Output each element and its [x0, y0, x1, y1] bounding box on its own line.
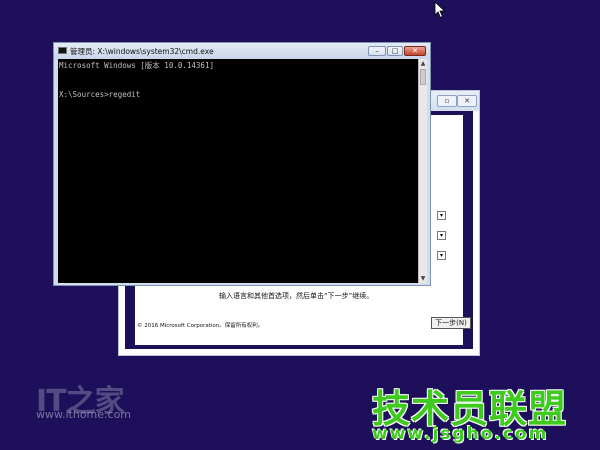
cmd-titlebar[interactable]: 管理员: X:\windows\system32\cmd.exe – □ ✕: [54, 43, 430, 59]
console-line: Microsoft Windows [版本 10.0.14361]: [59, 61, 214, 70]
console-icon: [58, 47, 67, 54]
cmd-window[interactable]: 管理员: X:\windows\system32\cmd.exe – □ ✕ M…: [53, 42, 431, 286]
close-icon: ✕: [412, 47, 418, 55]
cmd-close-button[interactable]: ✕: [404, 46, 426, 56]
close-icon: ✕: [464, 97, 470, 105]
language-dropdown-arrow[interactable]: ▾: [437, 211, 446, 220]
setup-restore-button[interactable]: ▫: [437, 95, 457, 107]
cmd-window-title: 管理员: X:\windows\system32\cmd.exe: [70, 47, 214, 56]
chevron-down-icon: ▾: [439, 212, 443, 219]
setup-close-button[interactable]: ✕: [457, 95, 477, 107]
console-scrollbar[interactable]: ▲ ▼: [418, 59, 427, 283]
keyboard-dropdown-arrow[interactable]: ▾: [437, 251, 446, 260]
chevron-down-icon: ▾: [439, 232, 443, 239]
restore-icon: ▫: [444, 97, 450, 105]
cmd-maximize-button[interactable]: □: [387, 46, 403, 56]
next-button[interactable]: 下一步(N): [431, 317, 471, 329]
mouse-cursor-icon: [434, 1, 446, 19]
setup-instruction-text: 输入语言和其他首选项，然后单击“下一步”继续。: [219, 292, 374, 300]
scroll-thumb[interactable]: [420, 69, 426, 85]
time-format-dropdown-arrow[interactable]: ▾: [437, 231, 446, 240]
scroll-up-icon[interactable]: ▲: [419, 59, 427, 68]
ithome-url: www.ithome.com: [36, 408, 132, 421]
chevron-down-icon: ▾: [439, 252, 443, 259]
jsgho-url: www.jsgho.com: [372, 424, 549, 444]
maximize-icon: □: [391, 47, 399, 55]
console-line: X:\Sources>regedit: [59, 90, 141, 99]
console-output[interactable]: Microsoft Windows [版本 10.0.14361] X:\Sou…: [58, 59, 418, 283]
minimize-icon: –: [375, 47, 379, 55]
cmd-minimize-button[interactable]: –: [368, 46, 386, 56]
scroll-down-icon[interactable]: ▼: [419, 274, 427, 283]
setup-copyright: © 2016 Microsoft Corporation。保留所有权利。: [137, 323, 264, 329]
